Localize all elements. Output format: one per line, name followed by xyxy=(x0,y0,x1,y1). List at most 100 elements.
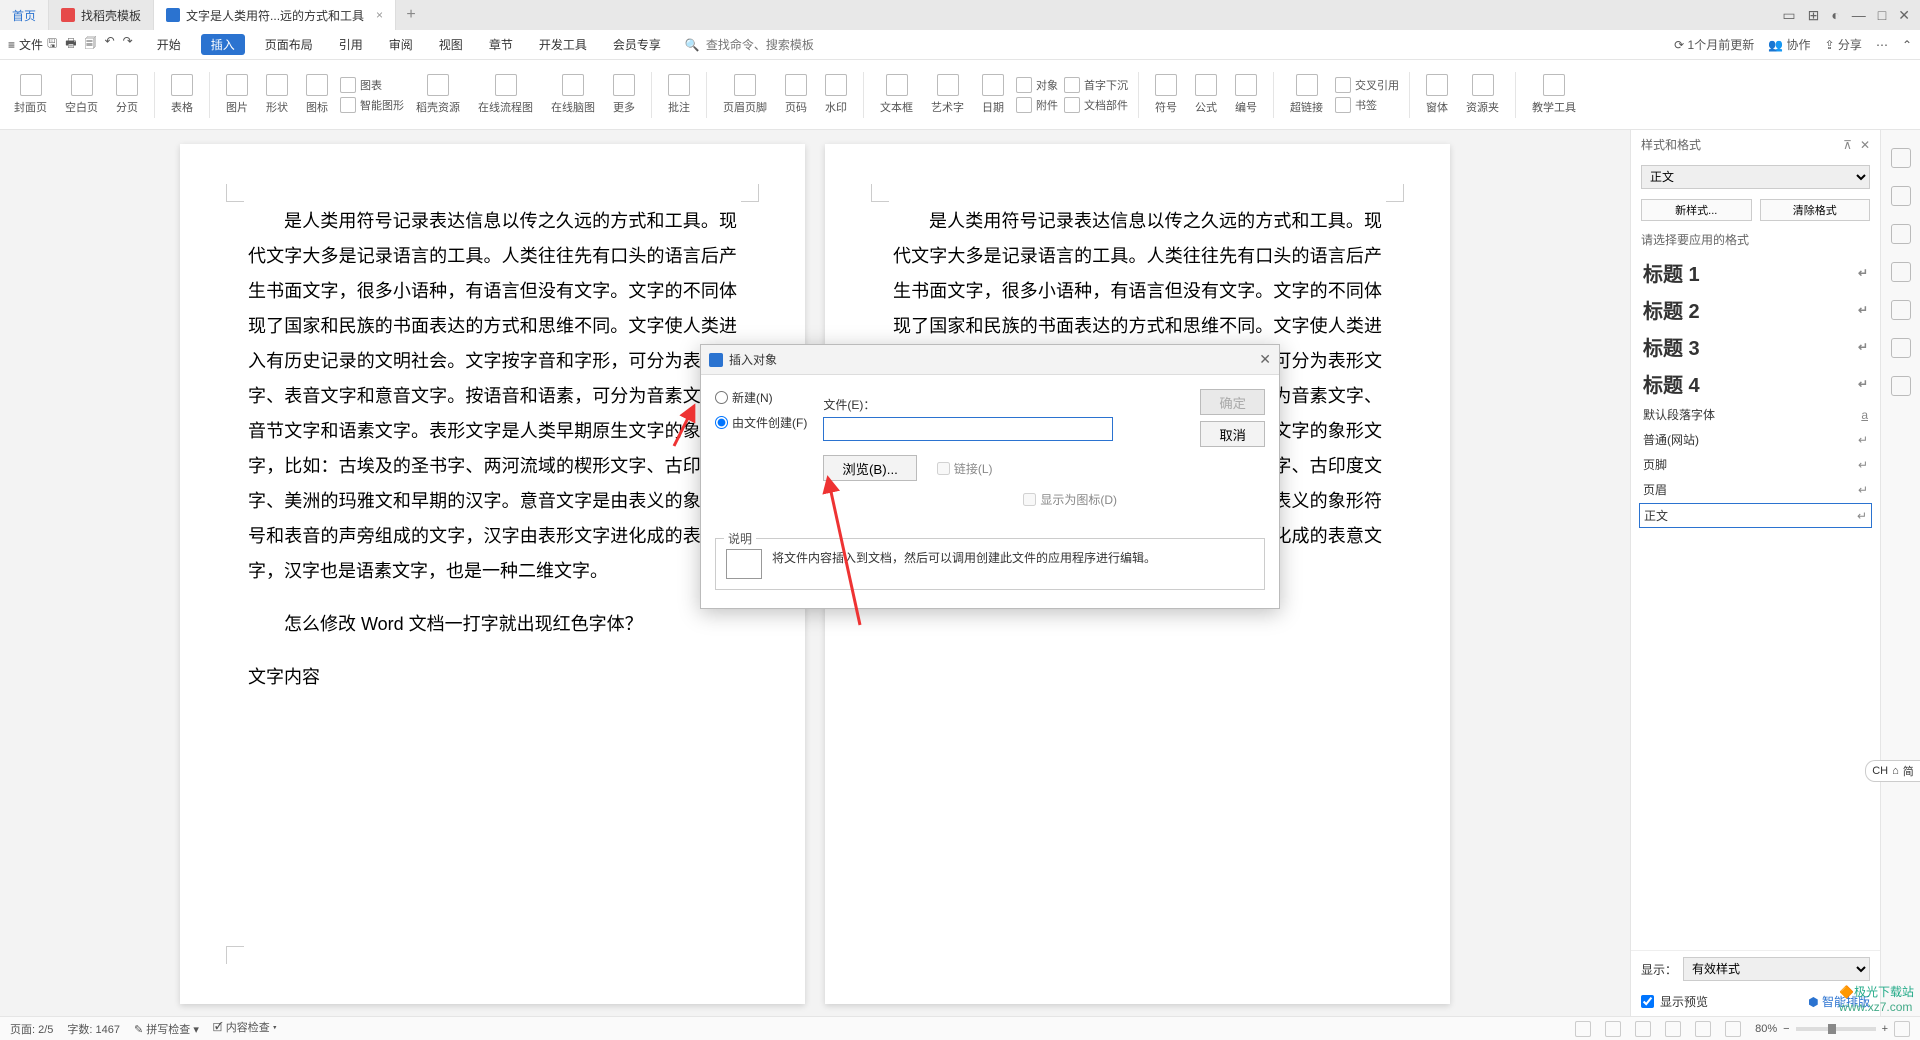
browse-button[interactable]: 浏览(B)... xyxy=(823,455,917,481)
radio-new[interactable]: 新建(N) xyxy=(715,389,807,406)
qa-redo-icon[interactable]: ↷ xyxy=(123,34,133,55)
style-item[interactable]: 普通(网站)↵ xyxy=(1631,427,1880,452)
coop-button[interactable]: 👥 协作 xyxy=(1768,36,1810,53)
style-item[interactable]: 默认段落字体a xyxy=(1631,402,1880,427)
file-input[interactable] xyxy=(823,417,1113,441)
side-icon[interactable] xyxy=(1891,224,1911,244)
rb-date[interactable]: 日期 xyxy=(976,72,1010,117)
rb-dropcap[interactable]: 首字下沉 xyxy=(1064,77,1128,93)
rb-blank[interactable]: 空白页 xyxy=(59,72,104,117)
rb-form[interactable]: 窗体 xyxy=(1420,72,1454,117)
dialog-close-icon[interactable]: ✕ xyxy=(1259,351,1271,368)
rb-shape[interactable]: 形状 xyxy=(260,72,294,117)
rb-attach[interactable]: 附件 xyxy=(1016,97,1058,113)
rb-comment[interactable]: 批注 xyxy=(662,72,696,117)
link-checkbox[interactable]: 链接(L) xyxy=(937,460,993,477)
rb-chart[interactable]: 图表 xyxy=(340,77,404,93)
qa-save-icon[interactable]: 🖫 xyxy=(47,34,57,55)
side-icon[interactable] xyxy=(1891,148,1911,168)
zoom-in-icon[interactable]: + xyxy=(1882,1023,1888,1035)
search-input[interactable] xyxy=(706,38,846,52)
new-style-button[interactable]: 新样式... xyxy=(1641,199,1752,221)
style-item[interactable]: 页脚↵ xyxy=(1631,452,1880,477)
view-mode-icon[interactable] xyxy=(1665,1021,1681,1037)
rb-hyperlink[interactable]: 超链接 xyxy=(1284,72,1329,117)
tab-vip[interactable]: 会员专享 xyxy=(607,34,667,55)
rb-mind[interactable]: 在线脑图 xyxy=(545,72,601,117)
view-mode-icon[interactable] xyxy=(1695,1021,1711,1037)
rb-picture[interactable]: 图片 xyxy=(220,72,254,117)
tab-home[interactable]: 首页 xyxy=(0,0,49,30)
ok-button[interactable]: 确定 xyxy=(1200,389,1265,415)
user-icon[interactable]: ◐ xyxy=(1831,7,1839,23)
tab-reference[interactable]: 引用 xyxy=(333,34,369,55)
side-icon[interactable] xyxy=(1891,262,1911,282)
rb-resource[interactable]: 稻壳资源 xyxy=(410,72,466,117)
layout-icon[interactable]: ▭ xyxy=(1782,7,1795,24)
tab-start[interactable]: 开始 xyxy=(151,34,187,55)
rb-assets[interactable]: 资源夹 xyxy=(1460,72,1505,117)
radio-from-file[interactable]: 由文件创建(F) xyxy=(715,414,807,431)
rb-equation[interactable]: 公式 xyxy=(1189,72,1223,117)
update-notice[interactable]: ⟳ 1个月前更新 xyxy=(1674,36,1754,53)
rb-docparts[interactable]: 文档部件 xyxy=(1064,97,1128,113)
style-item[interactable]: 页眉↵ xyxy=(1631,477,1880,502)
tab-review[interactable]: 审阅 xyxy=(383,34,419,55)
side-icon[interactable] xyxy=(1891,376,1911,396)
more-icon[interactable]: ⋯ xyxy=(1876,38,1888,52)
as-icon-checkbox[interactable]: 显示为图标(D) xyxy=(1023,491,1265,508)
close-icon[interactable]: ✕ xyxy=(1898,7,1910,24)
qa-preview-icon[interactable]: 🗐 xyxy=(85,34,97,55)
collapse-ribbon-icon[interactable]: ⌃ xyxy=(1902,38,1912,52)
dialog-titlebar[interactable]: 插入对象 ✕ xyxy=(701,345,1279,375)
view-mode-icon[interactable] xyxy=(1725,1021,1741,1037)
zoom-control[interactable]: 80% − + xyxy=(1755,1021,1910,1037)
command-search[interactable]: 🔍 xyxy=(685,38,846,52)
rb-pagebreak[interactable]: 分页 xyxy=(110,72,144,117)
new-tab-button[interactable]: + xyxy=(396,0,426,30)
minimize-icon[interactable]: — xyxy=(1852,7,1866,23)
rb-smart[interactable]: 智能图形 xyxy=(340,97,404,113)
qa-undo-icon[interactable]: ↶ xyxy=(105,34,115,55)
style-item-selected[interactable]: 正文↵ xyxy=(1639,503,1872,528)
current-style-select[interactable]: 正文 xyxy=(1641,165,1870,189)
view-mode-icon[interactable] xyxy=(1575,1021,1591,1037)
rb-textbox[interactable]: 文本框 xyxy=(874,72,919,117)
file-menu[interactable]: ≡ 文件 xyxy=(8,36,43,53)
style-item[interactable]: 标题 3↵ xyxy=(1631,328,1880,365)
rb-table[interactable]: 表格 xyxy=(165,72,199,117)
preview-checkbox[interactable] xyxy=(1641,995,1654,1008)
view-mode-icon[interactable] xyxy=(1635,1021,1651,1037)
ime-indicator[interactable]: CH⌂简 xyxy=(1865,760,1920,782)
tab-section[interactable]: 章节 xyxy=(483,34,519,55)
rb-cover[interactable]: 封面页 xyxy=(8,72,53,117)
side-icon[interactable] xyxy=(1891,186,1911,206)
content-check[interactable]: 🗹 内容检查 ▾ xyxy=(213,1019,277,1038)
panel-close-icon[interactable]: ✕ xyxy=(1860,138,1870,152)
show-select[interactable]: 有效样式 xyxy=(1683,957,1870,981)
rb-more[interactable]: 更多 xyxy=(607,72,641,117)
word-count[interactable]: 字数: 1467 xyxy=(67,1021,120,1037)
style-item[interactable]: 标题 1↵ xyxy=(1631,254,1880,291)
spell-check[interactable]: ✎ 拼写检查 ▾ xyxy=(134,1021,199,1037)
tab-dev[interactable]: 开发工具 xyxy=(533,34,593,55)
side-icon[interactable] xyxy=(1891,300,1911,320)
rb-watermark[interactable]: 水印 xyxy=(819,72,853,117)
rb-icon[interactable]: 图标 xyxy=(300,72,334,117)
tab-insert[interactable]: 插入 xyxy=(201,34,245,55)
tab-document[interactable]: 文字是人类用符...远的方式和工具× xyxy=(154,0,396,30)
rb-header[interactable]: 页眉页脚 xyxy=(717,72,773,117)
grid-icon[interactable]: ⊞ xyxy=(1808,7,1820,24)
rb-xref[interactable]: 交叉引用 xyxy=(1335,77,1399,93)
rb-wordart[interactable]: 艺术字 xyxy=(925,72,970,117)
share-button[interactable]: ⇪ 分享 xyxy=(1825,36,1862,53)
rb-teach[interactable]: 教学工具 xyxy=(1526,72,1582,117)
rb-symbol[interactable]: 符号 xyxy=(1149,72,1183,117)
page-indicator[interactable]: 页面: 2/5 xyxy=(10,1021,53,1037)
qa-print-icon[interactable]: 🖶 xyxy=(65,34,76,55)
side-icon[interactable] xyxy=(1891,338,1911,358)
rb-bookmark[interactable]: 书签 xyxy=(1335,97,1399,113)
rb-number[interactable]: 编号 xyxy=(1229,72,1263,117)
maximize-icon[interactable]: □ xyxy=(1878,7,1886,23)
rb-flow[interactable]: 在线流程图 xyxy=(472,72,539,117)
